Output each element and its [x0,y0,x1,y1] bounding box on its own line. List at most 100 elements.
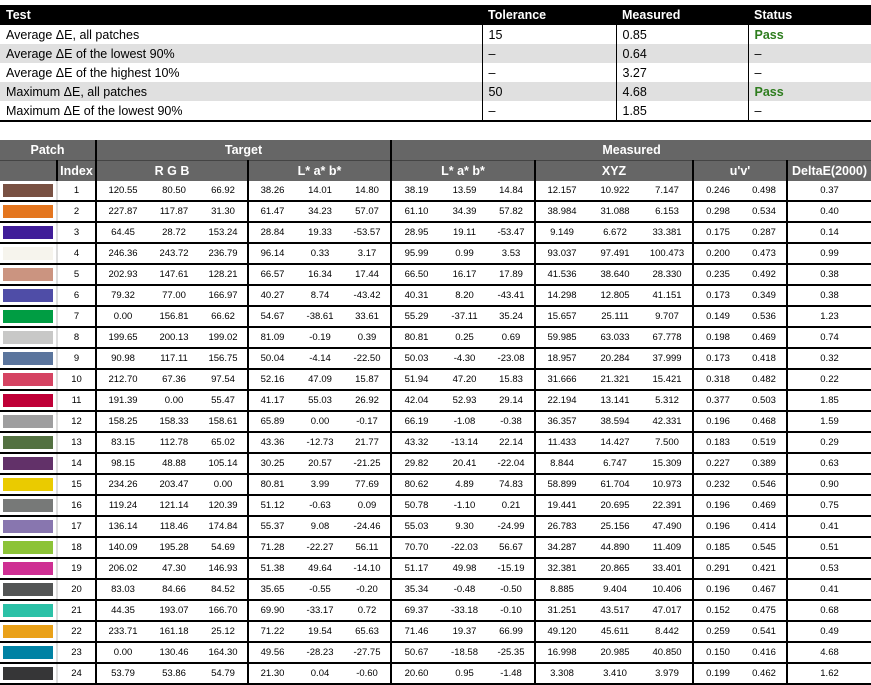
target-lab-value: -22.50 [344,348,392,370]
target-lab-value: 47.09 [296,369,345,391]
patch-index: 4 [57,243,97,265]
delta-e-value: 0.74 [786,327,871,349]
uv-value: 0.150 [692,642,743,664]
target-rgb-value: 158.61 [199,411,249,433]
target-rgb-value: 0.00 [95,642,150,664]
uv-value: 0.259 [692,621,743,643]
header-measured-lab: L* a* b* [390,160,536,181]
header-delta-e: DeltaE(2000) [786,160,871,181]
uv-value: 0.235 [692,264,743,286]
target-lab-value: -22.27 [296,537,345,559]
patch-row: 16 119.24 121.14 120.39 51.12 -0.63 0.09 50.78-… [0,495,871,517]
delta-e-value: 0.41 [786,516,871,538]
measured-lab-value: 74.83 [488,474,536,496]
header-index: Index [55,160,97,181]
measured-lab-value: 51.94 [390,369,442,391]
color-swatch [3,373,53,386]
xyz-value: 31.251 [534,600,589,622]
target-rgb-value: 53.79 [95,663,150,685]
uv-value: 0.298 [692,201,743,223]
uv-value: 0.414 [742,516,788,538]
measured-lab-value: 43.32 [390,432,442,454]
xyz-value: 18.957 [534,348,589,370]
target-rgb-value: 128.21 [199,264,249,286]
xyz-value: 20.865 [588,558,643,580]
header-uv: u'v' [692,160,788,181]
color-swatch [3,331,53,344]
delta-e-value: 0.68 [786,600,871,622]
target-lab-value: 3.17 [344,243,392,265]
measured-lab-value: 80.81 [390,327,442,349]
target-lab-value: 56.11 [344,537,392,559]
patch-index: 10 [57,369,97,391]
measured-lab-value: -25.35 [488,642,536,664]
measured-lab-value: 38.19 [390,181,442,202]
target-lab-value: 80.81 [247,474,297,496]
target-rgb-value: 105.14 [199,453,249,475]
measured-lab-value: 15.83 [488,369,536,391]
target-rgb-value: 158.33 [149,411,200,433]
target-lab-value: 35.65 [247,579,297,601]
target-rgb-value: 66.92 [199,181,249,202]
target-lab-value: 34.23 [296,201,345,223]
patch-row: 6 79.32 77.00 166.97 40.27 8.74 -43.42 40.31 8.2… [0,285,871,307]
patch-index: 2 [57,201,97,223]
xyz-value: 3.308 [534,663,589,685]
measured-value: 0.64 [615,44,748,63]
patch-swatch-cell [0,285,58,307]
patch-row: 3 64.45 28.72 153.24 28.84 19.33 -53.57 28.95 19… [0,222,871,244]
measured-lab-value: -0.10 [488,600,536,622]
target-rgb-value: 25.12 [199,621,249,643]
target-lab-value: 96.14 [247,243,297,265]
xyz-value: 97.491 [588,243,643,265]
delta-e-value: 0.14 [786,222,871,244]
target-rgb-value: 84.52 [199,579,249,601]
patch-row: 4 246.36 243.72 236.79 96.14 0.33 3.17 95.99 0.9… [0,243,871,265]
status-badge: – [747,63,871,82]
target-rgb-value: 246.36 [95,243,150,265]
target-rgb-value: 203.47 [149,474,200,496]
uv-value: 0.421 [742,558,788,580]
measured-lab-value: 49.98 [441,558,489,580]
measured-lab-value: 80.62 [390,474,442,496]
patch-index: 22 [57,621,97,643]
uv-value: 0.173 [692,348,743,370]
patch-index: 19 [57,558,97,580]
color-swatch [3,268,53,281]
target-lab-value: -0.55 [296,579,345,601]
summary-table: Test Tolerance Measured Status Average Δ… [0,5,871,122]
patch-row: 8 199.65 200.13 199.02 81.09 -0.19 0.39 80.81 0.… [0,327,871,349]
xyz-value: 8.442 [642,621,694,643]
measured-lab-value: 57.82 [488,201,536,223]
patch-row: 24 53.79 53.86 54.79 21.30 0.04 -0.60 20.60 0.95… [0,663,871,685]
target-lab-value: 19.54 [296,621,345,643]
delta-e-value: 0.38 [786,285,871,307]
status-badge: Pass [747,25,871,44]
measured-value: 0.85 [615,25,748,44]
header-xyz: XYZ [534,160,694,181]
uv-value: 0.473 [742,243,788,265]
delta-e-value: 0.40 [786,201,871,223]
xyz-value: 22.194 [534,390,589,412]
xyz-value: 63.033 [588,327,643,349]
patch-swatch-cell [0,663,58,685]
patch-row: 9 90.98 117.11 156.75 50.04 -4.14 -22.50 50.03-… [0,348,871,370]
measured-lab-value: 17.89 [488,264,536,286]
target-lab-value: 20.57 [296,453,345,475]
target-rgb-value: 120.39 [199,495,249,517]
measured-lab-value: -1.08 [441,411,489,433]
target-rgb-value: 28.72 [149,222,200,244]
target-lab-value: 71.22 [247,621,297,643]
uv-value: 0.196 [692,516,743,538]
sub-header-row: Index R G B L* a* b* L* a* b* XYZ u'v' D… [0,160,871,181]
tolerance-value: – [481,63,616,82]
xyz-value: 33.401 [642,558,694,580]
target-lab-value: 21.30 [247,663,297,685]
uv-value: 0.462 [742,663,788,685]
target-rgb-value: 64.45 [95,222,150,244]
xyz-value: 31.088 [588,201,643,223]
color-swatch [3,184,53,197]
header-measured: Measured [616,5,748,25]
xyz-value: 38.640 [588,264,643,286]
summary-header-row: Test Tolerance Measured Status [0,5,871,25]
